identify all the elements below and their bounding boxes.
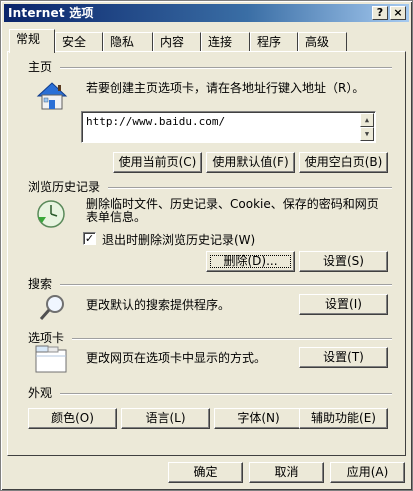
use-blank-button[interactable]: 使用空白页(B) xyxy=(299,152,388,173)
home-description: 若要创建主页选项卡，请在各地址行键入地址（R）。 xyxy=(86,81,365,95)
search-separator xyxy=(60,284,392,286)
home-url-input[interactable]: http://www.baidu.com/ ▲ ▼ xyxy=(81,111,376,143)
scroll-up-icon[interactable]: ▲ xyxy=(360,113,374,127)
use-current-button[interactable]: 使用当前页(C) xyxy=(113,152,202,173)
history-separator xyxy=(108,187,392,189)
history-description-2: 表单信息。 xyxy=(86,210,147,224)
tabs-description: 更改网页在选项卡中显示的方式。 xyxy=(86,351,267,365)
search-magnifier-icon xyxy=(39,295,64,320)
tab-advanced[interactable]: 高级 xyxy=(298,32,347,52)
languages-button[interactable]: 语言(L) xyxy=(121,408,210,429)
cancel-button[interactable]: 取消 xyxy=(249,462,324,483)
fonts-button[interactable]: 字体(N) xyxy=(214,408,303,429)
window-title: Internet 选项 xyxy=(8,6,94,20)
home-url-scrollbar[interactable]: ▲ ▼ xyxy=(360,113,374,141)
close-button[interactable]: × xyxy=(390,6,406,20)
home-heading: 主页 xyxy=(28,60,53,74)
search-heading: 搜索 xyxy=(28,277,53,291)
delete-on-exit-checkbox[interactable]: ✓ xyxy=(83,232,96,245)
history-settings-button[interactable]: 设置(S) xyxy=(299,251,388,272)
home-url-text: http://www.baidu.com/ xyxy=(86,115,226,128)
tab-content[interactable]: 内容 xyxy=(153,32,201,52)
tabbed-window-icon xyxy=(35,345,67,373)
ok-button[interactable]: 确定 xyxy=(168,462,243,483)
search-settings-button[interactable]: 设置(I) xyxy=(299,294,388,315)
title-bar: Internet 选项 ? × xyxy=(4,4,409,22)
tabs-separator xyxy=(72,338,392,340)
tab-general[interactable]: 常规 xyxy=(9,29,55,53)
appearance-separator xyxy=(60,393,392,395)
search-description: 更改默认的搜索提供程序。 xyxy=(86,298,231,312)
tab-programs[interactable]: 程序 xyxy=(250,32,298,52)
tabs-settings-button[interactable]: 设置(T) xyxy=(299,347,388,368)
accessibility-button[interactable]: 辅助功能(E) xyxy=(299,408,388,429)
use-default-button[interactable]: 使用默认值(F) xyxy=(206,152,295,173)
apply-button[interactable]: 应用(A) xyxy=(330,462,405,483)
help-button[interactable]: ? xyxy=(372,6,388,20)
appearance-heading: 外观 xyxy=(28,386,53,400)
delete-on-exit-label[interactable]: 退出时删除浏览历史记录(W) xyxy=(102,233,255,247)
scroll-down-icon[interactable]: ▼ xyxy=(360,127,374,141)
internet-options-dialog: Internet 选项 ? × 常规 安全 隐私 内容 连接 程序 高级 主页 … xyxy=(0,0,413,491)
general-tab-panel: 主页 若要创建主页选项卡，请在各地址行键入地址（R）。 http://www.b… xyxy=(7,51,406,456)
delete-history-button[interactable]: 删除(D)... xyxy=(206,251,295,272)
tab-privacy[interactable]: 隐私 xyxy=(103,32,153,52)
tabs-heading: 选项卡 xyxy=(28,331,65,345)
history-clock-icon xyxy=(37,200,65,228)
tab-security[interactable]: 安全 xyxy=(55,32,103,52)
history-description-1: 删除临时文件、历史记录、Cookie、保存的密码和网页 xyxy=(86,197,379,211)
history-heading: 浏览历史记录 xyxy=(28,180,101,194)
colors-button[interactable]: 颜色(O) xyxy=(28,408,117,429)
home-icon xyxy=(36,82,68,110)
home-separator xyxy=(60,67,392,69)
tab-connections[interactable]: 连接 xyxy=(201,32,250,52)
